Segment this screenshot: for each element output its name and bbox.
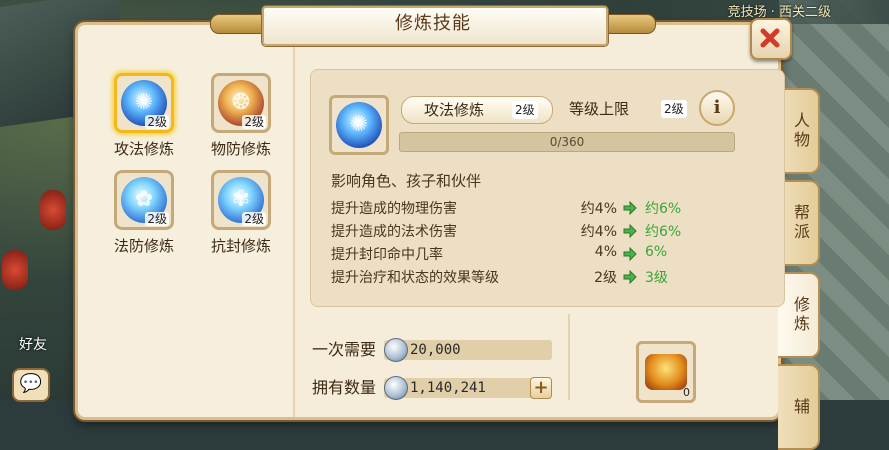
effect-current: 约4% <box>580 201 617 217</box>
skill-level-badge: 2级 <box>145 212 169 226</box>
friend-button[interactable]: 好友 <box>8 330 58 360</box>
attack-magic-orb-icon: ✺ <box>336 102 382 148</box>
green-arrow-icon <box>623 270 637 284</box>
level-cap-value: 2级 <box>661 100 687 118</box>
affects-text: 影响角色、孩子和伙伴 <box>331 172 482 190</box>
info-button[interactable]: i <box>699 90 735 126</box>
green-arrow-icon <box>623 224 637 238</box>
cost-value: 20,000 <box>410 342 461 358</box>
exp-progress-text: 0/360 <box>549 135 585 149</box>
effect-label: 提升造成的法术伤害 <box>331 224 457 240</box>
skill-level-badge: 2级 <box>145 115 169 129</box>
skill-level-badge: 2级 <box>242 115 266 129</box>
skill-name: 攻法修炼 <box>113 140 174 158</box>
green-arrow-icon <box>623 247 637 261</box>
skill-magic-defense[interactable]: ✿ 2级 法防修炼 <box>99 170 189 256</box>
effect-label: 提升封印命中几率 <box>331 247 443 263</box>
green-arrow-icon <box>623 201 637 215</box>
effect-next: 6% <box>645 244 668 260</box>
effect-current: 4% <box>594 244 617 260</box>
cost-per-use-row: 一次需要 20,000 <box>312 338 562 362</box>
skill-seal-resist[interactable]: ✾ 2级 抗封修炼 <box>196 170 286 256</box>
skill-detail-box: ✺ 攻法修炼 2级 等级上限 2级 i 0/360 影响角色、孩子和伙伴 提升造… <box>310 69 785 307</box>
silver-coin-icon <box>384 338 408 362</box>
lantern-decoration <box>40 190 66 230</box>
effect-row: 提升造成的法术伤害 约4% 约6% <box>331 221 771 243</box>
owned-value: 1,140,241 <box>410 380 486 396</box>
treasure-chest-icon <box>645 354 687 390</box>
skill-icon-frame: ✿ 2级 <box>114 170 174 230</box>
effect-row: 提升造成的物理伤害 约4% 约6% <box>331 198 771 220</box>
effect-label: 提升治疗和状态的效果等级 <box>331 270 499 286</box>
skill-name: 法防修炼 <box>113 237 174 255</box>
silver-coin-icon <box>384 376 408 400</box>
selected-skill-icon-frame: ✺ <box>329 95 389 155</box>
item-slot[interactable]: 0 <box>636 341 696 403</box>
skill-name: 抗封修炼 <box>210 237 271 255</box>
skill-name: 物防修炼 <box>210 140 271 158</box>
effect-next: 约6% <box>645 201 682 217</box>
add-currency-button[interactable]: + <box>530 377 552 399</box>
close-button[interactable] <box>750 18 792 60</box>
effect-row: 提升治疗和状态的效果等级 2级 3级 <box>331 267 771 289</box>
lantern-decoration <box>2 250 28 290</box>
owned-amount-row: 拥有数量 1,140,241 <box>312 376 562 400</box>
effect-current: 2级 <box>594 270 617 286</box>
tab-assist[interactable]: 辅 <box>778 364 820 450</box>
skill-icon-frame: ✾ 2级 <box>211 170 271 230</box>
effect-label: 提升造成的物理伤害 <box>331 201 457 217</box>
skill-icon-frame: ✺ 2级 <box>114 73 174 133</box>
exp-progress-bar: 0/360 <box>399 132 735 152</box>
selected-skill-level: 2级 <box>512 101 538 119</box>
cost-label: 一次需要 <box>312 340 377 359</box>
chat-button[interactable]: 💬 <box>12 368 50 402</box>
page-title: 修炼技能 <box>395 13 471 34</box>
chat-bubble-icon: 💬 <box>19 373 43 394</box>
skill-physical-defense[interactable]: ❂ 2级 物防修炼 <box>196 73 286 159</box>
skill-attack-magic[interactable]: ✺ 2级 攻法修炼 <box>99 73 189 159</box>
owned-label: 拥有数量 <box>312 378 377 397</box>
effect-row: 提升封印命中几率 4% 6% <box>331 244 771 266</box>
effect-next: 约6% <box>645 224 682 240</box>
close-icon <box>760 28 780 48</box>
bottom-divider <box>568 314 570 400</box>
effect-next: 3级 <box>645 270 668 286</box>
panel-title-banner: 修炼技能 <box>210 4 656 46</box>
level-cap-label: 等级上限 <box>569 100 630 118</box>
item-count: 0 <box>683 386 690 399</box>
selected-skill-name: 攻法修炼 <box>424 101 485 119</box>
effect-current: 约4% <box>580 224 617 240</box>
skill-level-badge: 2级 <box>242 212 266 226</box>
skill-icon-frame: ❂ 2级 <box>211 73 271 133</box>
selected-skill-name-pill: 攻法修炼 2级 <box>401 96 553 124</box>
